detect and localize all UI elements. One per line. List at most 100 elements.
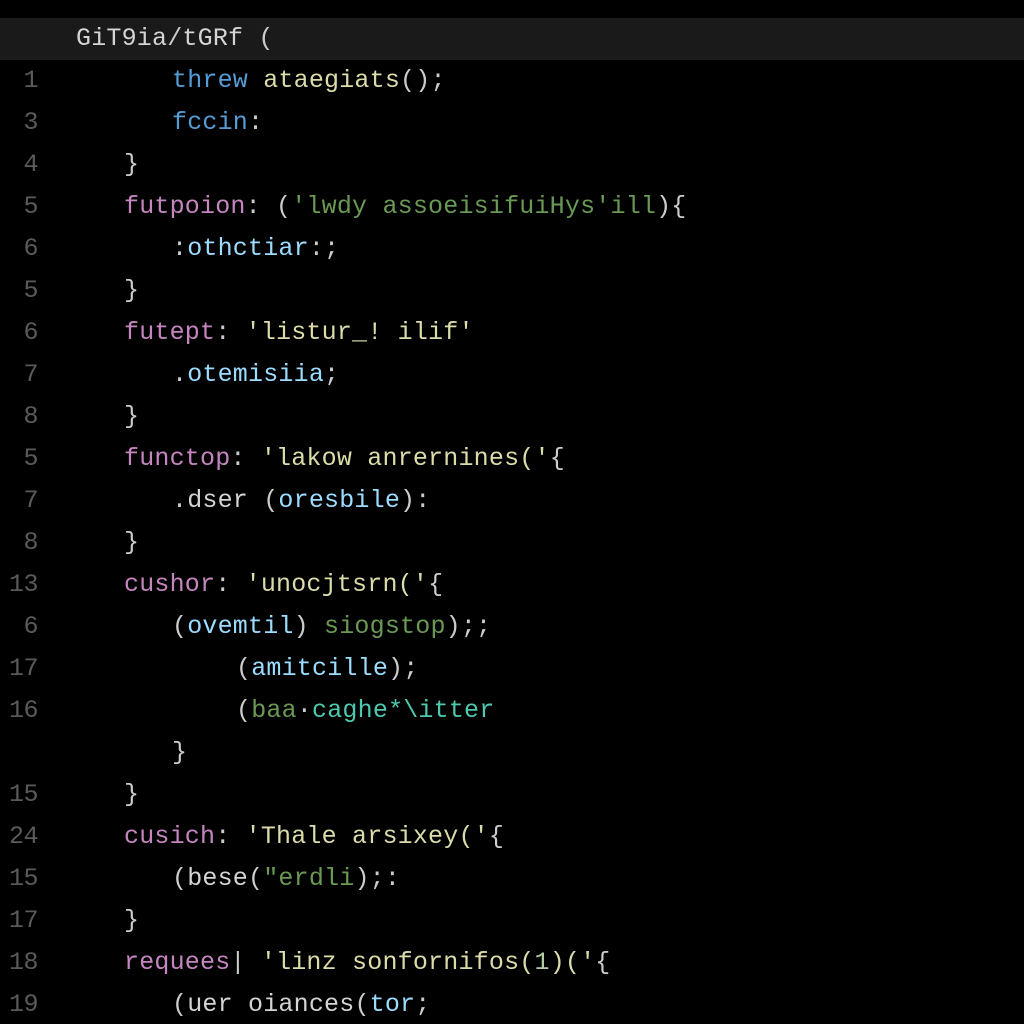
code-line[interactable]: (bese("erdli);:	[76, 858, 1024, 900]
code-token: :	[248, 108, 263, 137]
code-token: ;	[324, 360, 339, 389]
line-number: 15	[0, 858, 38, 900]
code-token: 1	[534, 948, 549, 977]
line-number	[0, 732, 38, 774]
code-line[interactable]: (amitcille);	[76, 648, 1024, 690]
line-number: 3	[0, 102, 38, 144]
code-token: {	[595, 948, 610, 977]
code-line[interactable]: threw ataegiats();	[76, 60, 1024, 102]
code-line[interactable]: (ovemtil) siogstop);;	[76, 606, 1024, 648]
code-token: "erdli	[263, 864, 354, 893]
code-token: }	[172, 738, 187, 767]
code-token: (	[243, 24, 273, 53]
code-token: cushor	[124, 570, 215, 599]
code-line[interactable]: requees| 'linz sonfornifos(1)('{	[76, 942, 1024, 984]
code-token: threw	[172, 66, 248, 95]
code-token: {	[428, 570, 443, 599]
code-token: : (	[246, 192, 292, 221]
code-token: amitcille	[251, 654, 388, 683]
code-token: }	[124, 906, 139, 935]
line-number-gutter: 1134565678578136171615241517181918168	[0, 0, 50, 1024]
code-token: bese	[187, 864, 248, 893]
code-line[interactable]: .dser (oresbile):	[76, 480, 1024, 522]
code-line[interactable]: }	[76, 900, 1024, 942]
code-line[interactable]: }	[76, 774, 1024, 816]
code-line[interactable]: fccin:	[76, 102, 1024, 144]
code-line[interactable]: GiT9ia/tGRf (	[76, 18, 1024, 60]
code-token: ;	[415, 990, 430, 1019]
code-token: dser	[187, 486, 248, 515]
code-token	[248, 66, 263, 95]
code-token: }	[124, 528, 139, 557]
line-number: 5	[0, 438, 38, 480]
line-number: 1	[0, 60, 38, 102]
code-line[interactable]: :othctiar:;	[76, 228, 1024, 270]
code-token: (	[172, 864, 187, 893]
code-token: (	[236, 654, 251, 683]
code-line[interactable]: .otemisiia;	[76, 354, 1024, 396]
code-token: 'linz sonfornifos(	[261, 948, 535, 977]
code-token: {	[489, 822, 504, 851]
code-token: .	[172, 486, 187, 515]
line-number: 6	[0, 606, 38, 648]
code-token: requees	[124, 948, 230, 977]
code-line[interactable]: }	[76, 270, 1024, 312]
code-token: baa	[251, 696, 297, 725]
code-line[interactable]: cusich: 'Thale arsixey('{	[76, 816, 1024, 858]
code-token: ();	[400, 66, 446, 95]
code-line[interactable]: functop: 'lakow anrernines('{	[76, 438, 1024, 480]
code-token: }	[124, 780, 139, 809]
code-token: functop	[124, 444, 230, 473]
code-line[interactable]: }	[76, 522, 1024, 564]
code-token: (	[172, 612, 187, 641]
code-token: |	[230, 948, 260, 977]
code-line[interactable]: }	[76, 144, 1024, 186]
code-token: siogstop	[324, 612, 446, 641]
code-line[interactable]: futept: 'listur_! ilif'	[76, 312, 1024, 354]
code-area[interactable]: GiT9ia/tGRf (threw ataegiats();fccin:}fu…	[50, 0, 1024, 1024]
code-line[interactable]: futpoion: ('lwdy assoeisifuiHys'ill){	[76, 186, 1024, 228]
code-token: 'listur_! ilif'	[246, 318, 474, 347]
line-number: 17	[0, 900, 38, 942]
code-token: :	[215, 570, 245, 599]
code-line[interactable]: (baa·caghe*\itter	[76, 690, 1024, 732]
code-token: )('	[550, 948, 596, 977]
line-number: 17	[0, 648, 38, 690]
code-token: }	[124, 402, 139, 431]
code-token: :	[230, 444, 260, 473]
line-number: 5	[0, 270, 38, 312]
code-token: );;	[446, 612, 492, 641]
code-line[interactable]: cushor: 'unocjtsrn('{	[76, 564, 1024, 606]
line-number: 16	[0, 690, 38, 732]
code-token: (	[248, 486, 278, 515]
code-inner: GiT9ia/tGRf (threw ataegiats();fccin:}fu…	[76, 18, 1024, 1024]
code-token: ):	[400, 486, 430, 515]
code-token: ataegiats	[263, 66, 400, 95]
code-token: othctiar	[187, 234, 309, 263]
code-token: {	[550, 444, 565, 473]
code-token: fccin	[172, 108, 248, 137]
code-token: caghe*\itter	[312, 696, 494, 725]
code-token: );	[388, 654, 418, 683]
code-line[interactable]: }	[76, 732, 1024, 774]
line-number: 18	[0, 942, 38, 984]
line-number: 7	[0, 480, 38, 522]
line-number: 7	[0, 354, 38, 396]
code-token: :	[215, 822, 245, 851]
code-token: }	[124, 276, 139, 305]
code-token: (	[354, 990, 369, 1019]
code-line[interactable]: }	[76, 396, 1024, 438]
line-number: 24	[0, 816, 38, 858]
code-token: otemisiia	[187, 360, 324, 389]
code-token: tGRf	[182, 24, 243, 53]
code-token: :	[172, 234, 187, 263]
code-line[interactable]: (uer oiances(tor;	[76, 984, 1024, 1024]
code-token: cusich	[124, 822, 215, 851]
line-number: 8	[0, 522, 38, 564]
line-number: 13	[0, 564, 38, 606]
line-number: 6	[0, 228, 38, 270]
code-token: 'lakow anrernines('	[261, 444, 550, 473]
code-token: futept	[124, 318, 215, 347]
code-token: .	[172, 360, 187, 389]
code-token: futpoion	[124, 192, 246, 221]
